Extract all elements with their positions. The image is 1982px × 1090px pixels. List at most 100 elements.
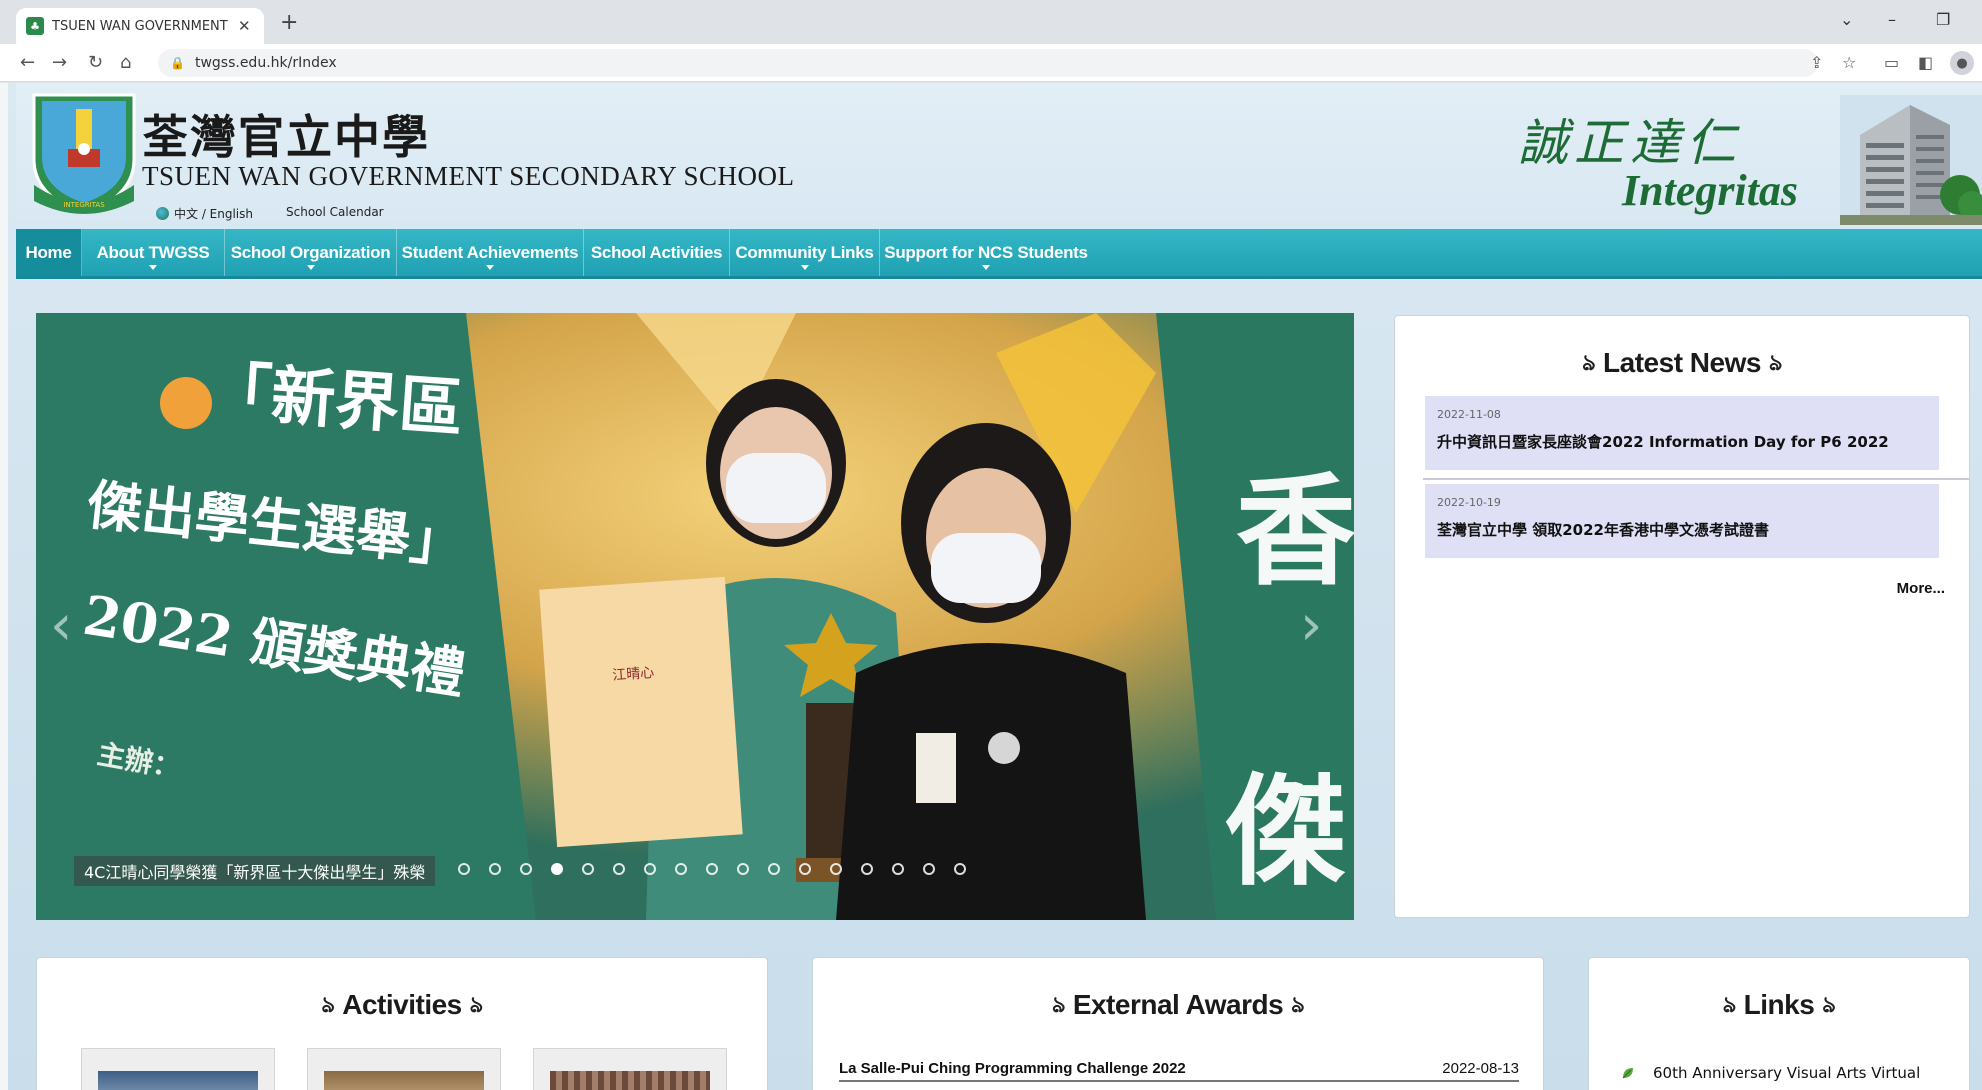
news-date: 2022-10-19 xyxy=(1437,496,1501,509)
news-item[interactable]: 2022-11-08 升中資訊日暨家長座談會2022 Information D… xyxy=(1425,396,1939,470)
slide-photo: 江晴心 「新界區 傑出學生選舉」 2022 頒獎典禮 主辦： 香 傑 xyxy=(36,313,1354,920)
slide-dot[interactable] xyxy=(923,863,935,875)
close-tab-icon[interactable]: ✕ xyxy=(238,17,251,35)
activity-thumbnail[interactable] xyxy=(307,1048,501,1090)
school-calendar-link[interactable]: School Calendar xyxy=(286,205,384,219)
nav-student-achievements[interactable]: Student Achievements xyxy=(397,229,584,276)
nav-support-ncs-students[interactable]: Support for NCS Students xyxy=(880,229,1092,276)
browser-tab[interactable]: ♣ TSUEN WAN GOVERNMENT SEC ✕ xyxy=(16,8,264,44)
links-title: Links xyxy=(1743,989,1815,1020)
activities-panel: ঌ Activities ঌ xyxy=(36,957,768,1090)
lock-icon[interactable]: 🔒 xyxy=(170,56,185,70)
main-navigation: Home About TWGSS School Organization Stu… xyxy=(16,229,1982,279)
site-header: INTEGRITAS 荃灣官立中學 TSUEN WAN GOVERNMENT S… xyxy=(16,83,1982,229)
swirl-right-icon: ঌ xyxy=(1822,992,1836,1017)
cast-icon[interactable]: ▭ xyxy=(1884,53,1899,72)
nav-achievements-label: Student Achievements xyxy=(401,242,579,262)
browser-toolbar: ← → ↻ ⌂ 🔒 twgss.edu.hk/rIndex ⇪ ☆ ▭ ◧ xyxy=(0,44,1982,82)
activities-title: Activities xyxy=(342,989,462,1020)
svg-text:香: 香 xyxy=(1236,461,1354,602)
profile-avatar-icon[interactable]: ● xyxy=(1950,51,1974,75)
school-building-image xyxy=(1840,95,1982,225)
restore-icon[interactable]: ❐ xyxy=(1936,10,1950,29)
slide-dot[interactable] xyxy=(675,863,687,875)
link-label: 60th Anniversary Visual Arts Virtual xyxy=(1653,1064,1921,1082)
slide-dot-active[interactable] xyxy=(551,863,563,875)
slide-dot[interactable] xyxy=(582,863,594,875)
tab-search-chevron-icon[interactable]: ⌄ xyxy=(1840,10,1853,29)
chevron-down-icon xyxy=(486,265,494,270)
slide-dot[interactable] xyxy=(613,863,625,875)
slide-dot[interactable] xyxy=(644,863,656,875)
slide-caption: 4C江晴心同學榮獲「新界區十大傑出學生」殊榮 xyxy=(74,856,436,886)
chevron-down-icon xyxy=(982,265,990,270)
link-item[interactable]: 60th Anniversary Visual Arts Virtual xyxy=(1621,1064,1920,1082)
more-news-link[interactable]: More... xyxy=(1897,580,1945,597)
slide-pagination xyxy=(458,863,985,875)
slide-dot[interactable] xyxy=(892,863,904,875)
forward-arrow-icon[interactable]: → xyxy=(52,52,67,73)
slide-dot[interactable] xyxy=(458,863,470,875)
swirl-right-icon: ঌ xyxy=(1768,350,1782,375)
web-page: INTEGRITAS 荃灣官立中學 TSUEN WAN GOVERNMENT S… xyxy=(0,83,1982,1090)
featured-slideshow[interactable]: 江晴心 「新界區 傑出學生選舉」 2022 頒獎典禮 主辦： 香 傑 ‹ › 4… xyxy=(36,313,1354,920)
share-icon[interactable]: ⇪ xyxy=(1810,53,1823,72)
slide-dot[interactable] xyxy=(830,863,842,875)
external-awards-heading: ঌ External Awards ঌ xyxy=(813,988,1543,1025)
news-title: 荃灣官立中學 領取2022年香港中學文憑考試證書 xyxy=(1437,521,1769,539)
minimize-icon[interactable]: – xyxy=(1888,10,1896,29)
school-name-english: TSUEN WAN GOVERNMENT SECONDARY SCHOOL xyxy=(142,161,795,191)
slide-dot[interactable] xyxy=(737,863,749,875)
nav-school-organization[interactable]: School Organization xyxy=(225,229,397,276)
slide-dot[interactable] xyxy=(954,863,966,875)
reload-icon[interactable]: ↻ xyxy=(88,52,103,73)
nav-ncs-label: Support for NCS Students xyxy=(884,242,1088,262)
slide-dot[interactable] xyxy=(861,863,873,875)
nav-school-activities[interactable]: School Activities xyxy=(584,229,730,276)
nav-about-twgss[interactable]: About TWGSS xyxy=(82,229,225,276)
address-bar[interactable]: 🔒 twgss.edu.hk/rIndex xyxy=(158,49,1818,77)
nav-about-label: About TWGSS xyxy=(96,242,210,262)
external-awards-panel: ঌ External Awards ঌ La Salle-Pui Ching Pro… xyxy=(812,957,1544,1090)
links-heading: ঌ Links ঌ xyxy=(1589,988,1969,1025)
slide-dot[interactable] xyxy=(706,863,718,875)
slide-dot[interactable] xyxy=(520,863,532,875)
motto-english: Integritas xyxy=(1622,166,1799,215)
swirl-left-icon: ঌ xyxy=(321,992,335,1017)
nav-home[interactable]: Home xyxy=(16,229,82,276)
award-date: 2022-08-13 xyxy=(1442,1060,1519,1077)
nav-community-links[interactable]: Community Links xyxy=(730,229,880,276)
home-icon[interactable]: ⌂ xyxy=(120,52,131,73)
chevron-down-icon xyxy=(800,265,809,270)
side-panel-icon[interactable]: ◧ xyxy=(1918,53,1933,72)
external-awards-title: External Awards xyxy=(1072,989,1284,1020)
url-text: twgss.edu.hk/rIndex xyxy=(194,55,337,71)
slide-dot[interactable] xyxy=(768,863,780,875)
latest-news-heading: ঌ Latest News ঌ xyxy=(1395,346,1969,383)
nav-organization-label: School Organization xyxy=(230,242,391,262)
chevron-down-icon xyxy=(149,265,157,270)
globe-icon xyxy=(156,207,169,220)
browser-tab-strip: ♣ TSUEN WAN GOVERNMENT SEC ✕ + ⌄ – ❐ xyxy=(0,0,1982,44)
nav-activities-label: School Activities xyxy=(590,242,723,262)
latest-news-title: Latest News xyxy=(1603,347,1761,378)
news-item[interactable]: 2022-10-19 荃灣官立中學 領取2022年香港中學文憑考試證書 xyxy=(1425,484,1939,558)
tab-title: TSUEN WAN GOVERNMENT SEC xyxy=(52,18,232,34)
award-row[interactable]: La Salle-Pui Ching Programming Challenge… xyxy=(839,1060,1519,1082)
svg-text:INTEGRITAS: INTEGRITAS xyxy=(63,201,105,209)
school-name-chinese: 荃灣官立中學 xyxy=(142,110,430,164)
next-slide-arrow-icon[interactable]: › xyxy=(1300,593,1322,658)
slide-dot[interactable] xyxy=(799,863,811,875)
language-switch-link[interactable]: 中文 / English xyxy=(156,205,253,222)
activities-heading: ঌ Activities ঌ xyxy=(37,988,767,1025)
bookmark-star-icon[interactable]: ☆ xyxy=(1842,53,1856,72)
school-crest-logo[interactable]: INTEGRITAS xyxy=(28,89,140,217)
new-tab-plus-icon[interactable]: + xyxy=(280,10,298,35)
swirl-left-icon: ঌ xyxy=(1052,992,1065,1017)
activity-thumbnail[interactable] xyxy=(533,1048,727,1090)
slide-dot[interactable] xyxy=(489,863,501,875)
previous-slide-arrow-icon[interactable]: ‹ xyxy=(50,593,72,658)
back-arrow-icon[interactable]: ← xyxy=(20,52,35,73)
activity-thumbnail[interactable] xyxy=(81,1048,275,1090)
links-panel: ঌ Links ঌ 60th Anniversary Visual Arts Vir… xyxy=(1588,957,1970,1090)
